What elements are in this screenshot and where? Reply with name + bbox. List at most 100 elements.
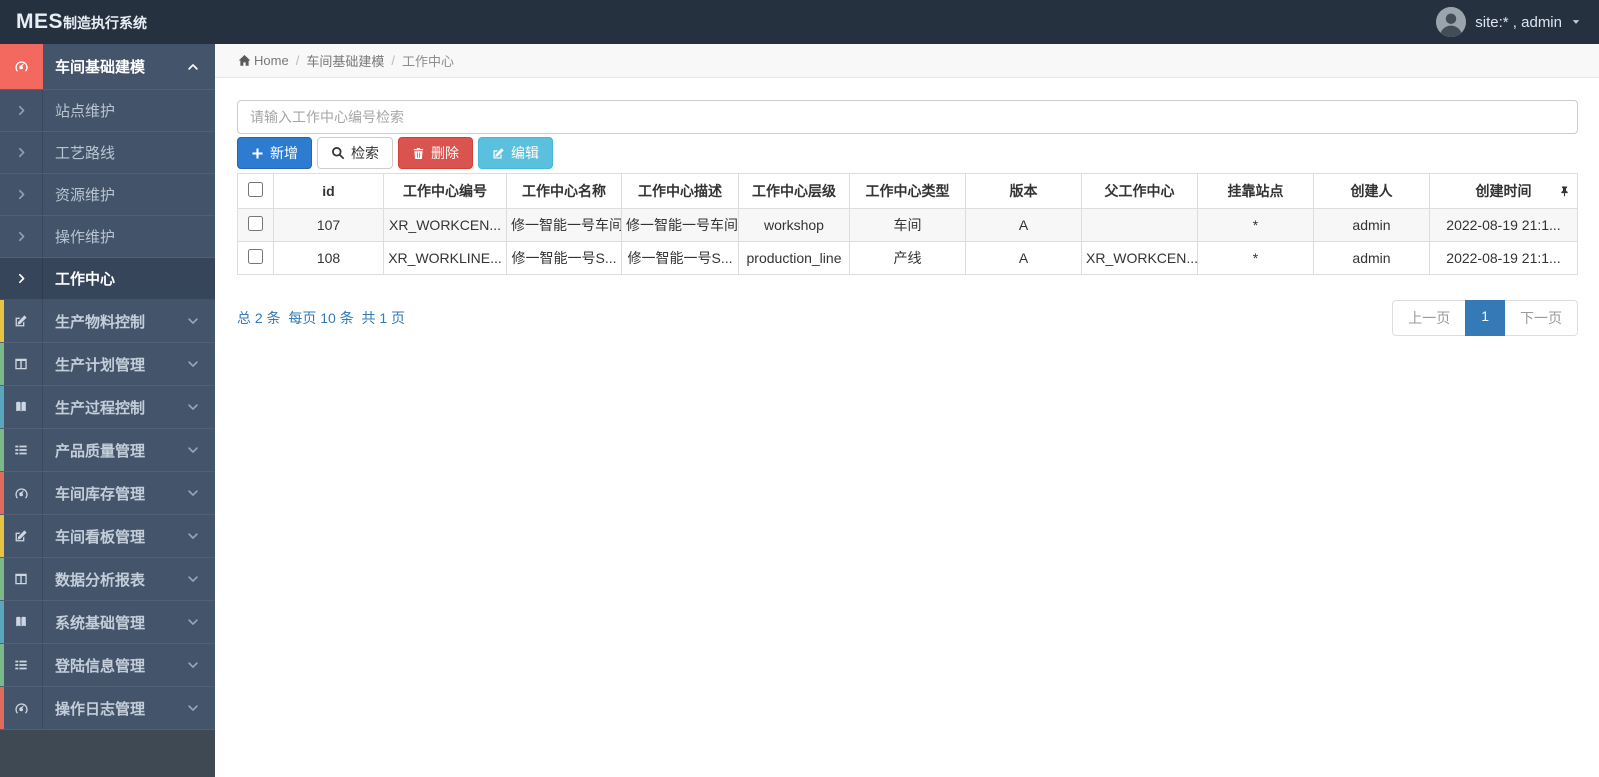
breadcrumb-item-1[interactable]: 车间基础建模 [306, 51, 384, 70]
column-header-5[interactable]: 工作中心类型 [849, 173, 966, 209]
sidebar-group-6[interactable]: 数据分析报表 [0, 558, 215, 601]
cell: 修一智能一号S... [506, 241, 622, 275]
sidebar-subitem-label: 站点维护 [55, 103, 116, 120]
cell-value: * [1252, 250, 1259, 266]
column-header-10[interactable]: 创建时间 [1429, 173, 1578, 209]
chevron-right-icon [16, 105, 27, 116]
table-row-0[interactable]: 107 XR_WORKCEN... 修一智能一号车间 修一智能一号车间 workshop… [237, 208, 1578, 242]
book-icon [14, 400, 28, 414]
cell: XR_WORKLINE... [383, 241, 507, 275]
cell-value: admin [1352, 217, 1391, 233]
sidebar-subitem-1[interactable]: 工艺路线 [0, 132, 215, 174]
cell: 107 [273, 208, 384, 242]
column-header-4[interactable]: 工作中心层级 [738, 173, 850, 209]
cell-value: workshop [764, 217, 824, 233]
chevron-down-icon [187, 616, 199, 628]
cell: admin [1313, 241, 1430, 275]
row-checkbox[interactable] [248, 249, 263, 264]
sidebar-group-5[interactable]: 车间看板管理 [0, 515, 215, 558]
group-color-strip [0, 601, 4, 643]
cell-value: 修一智能一号S... [627, 250, 733, 266]
app-logo[interactable]: MES 制造执行系统 [0, 10, 215, 34]
sidebar-group-8[interactable]: 登陆信息管理 [0, 644, 215, 687]
row-checkbox[interactable] [248, 216, 263, 231]
cell-value: 产线 [893, 250, 922, 266]
prev-page-button[interactable]: 上一页 [1392, 300, 1467, 336]
book-icon [14, 615, 28, 629]
sidebar-group-label: 生产过程控制 [55, 399, 146, 417]
cell-value: 107 [316, 217, 341, 233]
sidebar-subitem-3[interactable]: 操作维护 [0, 216, 215, 258]
column-header-1[interactable]: 工作中心编号 [383, 173, 507, 209]
breadcrumb-separator: / [391, 53, 395, 68]
user-menu[interactable]: site:* , admin [1436, 7, 1599, 37]
group-color-strip [0, 386, 4, 428]
sidebar-group-label: 车间基础建模 [55, 59, 146, 76]
cell-value: 车间 [893, 217, 922, 233]
sidebar-subitem-0[interactable]: 站点维护 [0, 90, 215, 132]
column-header-label: 挂靠站点 [1227, 183, 1284, 199]
column-header-0[interactable]: id [273, 173, 384, 209]
trash-icon [412, 147, 425, 160]
breadcrumb-label: Home [254, 53, 289, 68]
gauge-icon [0, 44, 43, 89]
edit-button[interactable]: 编辑 [478, 137, 553, 169]
plus-button[interactable]: 新增 [237, 137, 312, 169]
cell: XR_WORKCEN... [383, 208, 507, 242]
search-button[interactable]: 检索 [317, 137, 393, 169]
chevron-down-icon [187, 315, 199, 327]
avatar [1436, 7, 1467, 37]
chevron-right-icon [16, 147, 27, 158]
cell-value: 修一智能一号车间 [511, 217, 622, 233]
sidebar-group-4[interactable]: 车间库存管理 [0, 472, 215, 515]
page-body: 新增 检索 删除 编辑 id 工作中心编号 工作中心名称 工作中心描述 工作中心层级 工作中心类… [215, 78, 1599, 336]
column-header-2[interactable]: 工作中心名称 [506, 173, 622, 209]
search-input[interactable] [237, 100, 1578, 134]
button-label: 新增 [270, 145, 298, 161]
cell: * [1197, 208, 1314, 242]
column-header-label: 工作中心编号 [403, 183, 487, 199]
sidebar-group-0[interactable]: 生产物料控制 [0, 300, 215, 343]
group-color-strip [0, 515, 4, 557]
sidebar-submenu: 站点维护工艺路线 资源维护 操作维护工作中心 [0, 90, 215, 300]
pin-icon[interactable] [1559, 186, 1570, 197]
chevron-down-icon [187, 702, 199, 714]
sidebar-group-label: 操作日志管理 [55, 700, 146, 718]
breadcrumb-item-0[interactable]: Home [238, 53, 289, 68]
sidebar-group-active[interactable]: 车间基础建模 [0, 44, 215, 90]
select-all-cell [237, 173, 274, 209]
cell: XR_WORKCEN... [1081, 241, 1198, 275]
next-page-button[interactable]: 下一页 [1504, 300, 1578, 336]
cell: 修一智能一号S... [621, 241, 739, 275]
sidebar-group-1[interactable]: 生产计划管理 [0, 343, 215, 386]
cell: 修一智能一号车间 [621, 208, 739, 242]
button-label: 编辑 [511, 145, 539, 161]
column-header-9[interactable]: 创建人 [1313, 173, 1430, 209]
sidebar-subitem-label: 工作中心 [55, 271, 116, 288]
column-header-8[interactable]: 挂靠站点 [1197, 173, 1314, 209]
column-header-7[interactable]: 父工作中心 [1081, 173, 1198, 209]
select-all-checkbox[interactable] [248, 182, 263, 197]
sidebar-subitem-2[interactable]: 资源维护 [0, 174, 215, 216]
page-1-button[interactable]: 1 [1465, 300, 1505, 336]
sidebar-group-9[interactable]: 操作日志管理 [0, 687, 215, 730]
home-icon [238, 54, 251, 67]
table-row-1[interactable]: 108 XR_WORKLINE... 修一智能一号S... 修一智能一号S... pro… [237, 241, 1578, 275]
sidebar-subitem-4[interactable]: 工作中心 [0, 258, 215, 300]
chevron-right-icon [16, 189, 27, 200]
sidebar-group-3[interactable]: 产品质量管理 [0, 429, 215, 472]
sidebar-group-7[interactable]: 系统基础管理 [0, 601, 215, 644]
column-header-6[interactable]: 版本 [965, 173, 1082, 209]
sidebar-group-label: 车间库存管理 [55, 485, 146, 503]
chevron-right-icon [16, 231, 27, 242]
user-label: site:* , admin [1475, 13, 1562, 31]
group-color-strip [0, 558, 4, 600]
row-select-cell [237, 208, 274, 242]
sidebar-group-label: 数据分析报表 [55, 571, 146, 589]
cell [1081, 208, 1198, 242]
row-select-cell [237, 241, 274, 275]
column-header-3[interactable]: 工作中心描述 [621, 173, 739, 209]
sidebar-group-2[interactable]: 生产过程控制 [0, 386, 215, 429]
trash-button[interactable]: 删除 [398, 137, 473, 169]
cell-value: A [1018, 217, 1029, 233]
